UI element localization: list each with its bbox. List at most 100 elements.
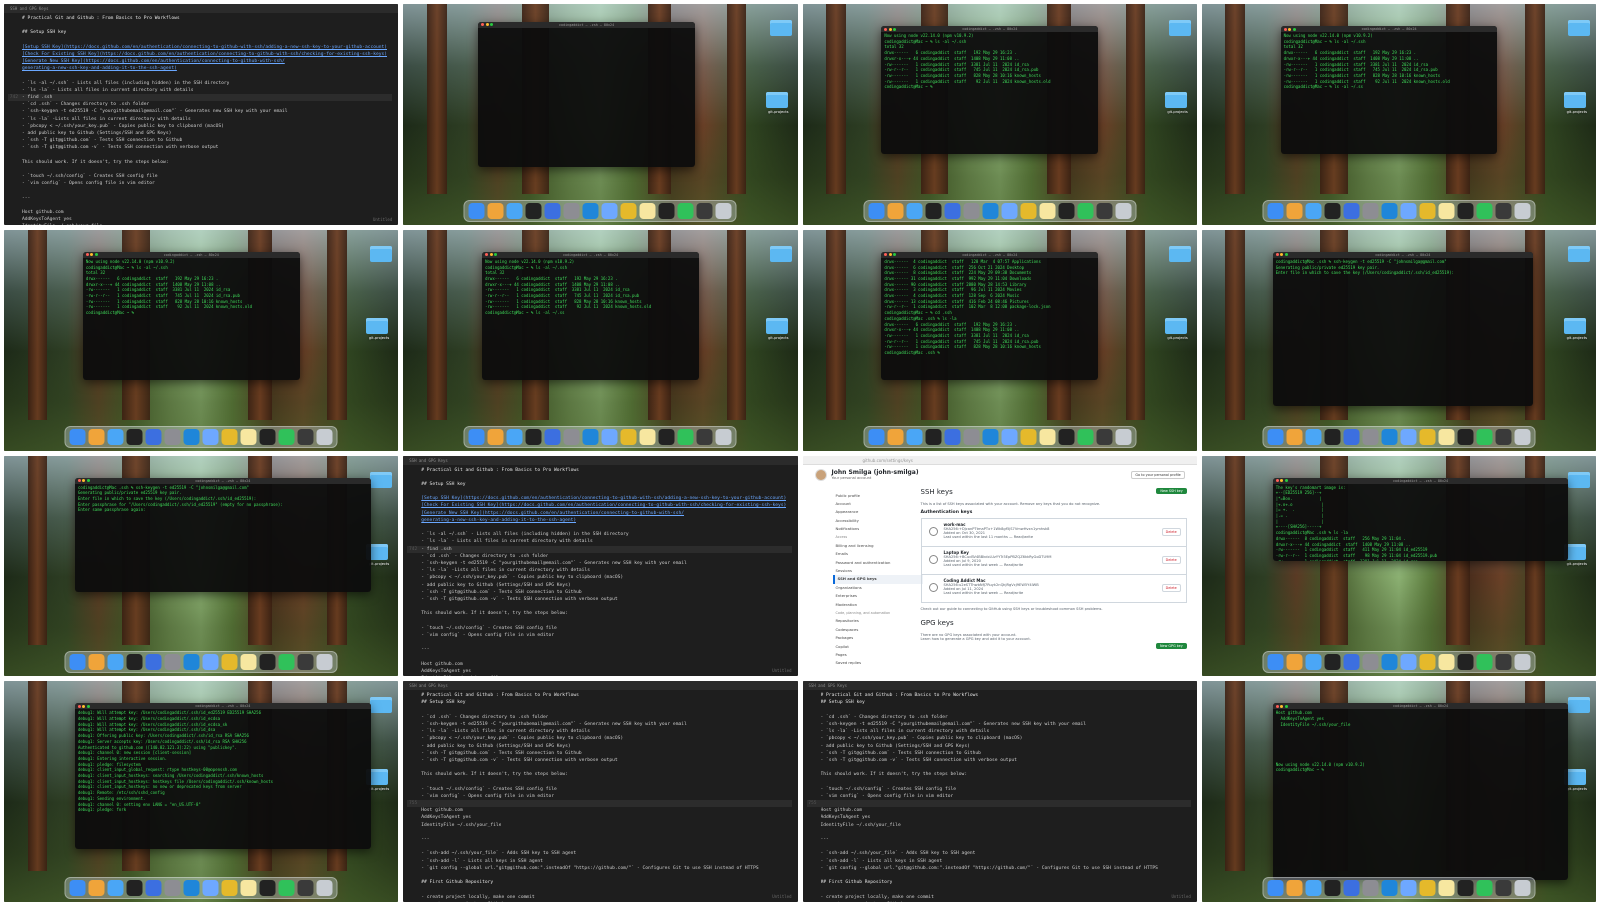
terminal-output[interactable]: codingaddict@Mac .ssh % ssh-keygen -t ed…	[75, 484, 371, 515]
notes-list-icon[interactable]	[1343, 880, 1360, 896]
vscode-icon[interactable]	[1381, 654, 1398, 671]
whatsapp-icon[interactable]	[278, 428, 295, 445]
vscode-icon[interactable]	[183, 428, 200, 445]
delete-key-button[interactable]: Delete	[1161, 555, 1181, 564]
xcode-icon[interactable]	[202, 428, 219, 445]
folder-icon[interactable]	[1568, 20, 1590, 36]
whatsapp-icon[interactable]	[1077, 428, 1094, 445]
terminal-window[interactable]: codingaddict — -zsh — 80x24 Host github.c…	[1272, 703, 1569, 880]
preview-icon[interactable]	[1495, 654, 1512, 671]
finder-icon[interactable]	[69, 428, 86, 445]
terminal-icon[interactable]	[1324, 428, 1341, 445]
folder-icon[interactable]	[1564, 92, 1586, 108]
sidebar-item[interactable]: Packages	[833, 634, 923, 642]
vscode-icon[interactable]	[1381, 202, 1398, 219]
notes-icon[interactable]	[1438, 202, 1455, 219]
terminal-icon[interactable]	[1324, 880, 1341, 896]
folder-icon[interactable]	[366, 317, 389, 334]
whatsapp-icon[interactable]	[1476, 880, 1493, 896]
xcode-icon[interactable]	[202, 654, 219, 671]
preview-icon[interactable]	[1495, 428, 1512, 445]
terminal-icon[interactable]	[925, 202, 942, 219]
preview-icon[interactable]	[297, 880, 314, 896]
settings-icon[interactable]	[563, 202, 580, 219]
settings-icon[interactable]	[963, 428, 980, 445]
sidebar-item[interactable]: Password and authentication	[833, 559, 923, 567]
sidebar-item[interactable]: Codespaces	[833, 626, 923, 634]
terminal-icon[interactable]	[1324, 654, 1341, 671]
trash-icon[interactable]	[1514, 202, 1531, 219]
trash-icon[interactable]	[715, 428, 732, 445]
terminal-icon[interactable]	[1324, 202, 1341, 219]
github-icon[interactable]	[1457, 202, 1474, 219]
terminal-icon[interactable]	[126, 654, 143, 671]
terminal-window[interactable]: codingaddict — -zsh — 80x24 codingaddict@…	[1272, 251, 1533, 407]
github-icon[interactable]	[1058, 202, 1075, 219]
notes-list-icon[interactable]	[1343, 428, 1360, 445]
launchpad-icon[interactable]	[887, 428, 904, 445]
trash-icon[interactable]	[1115, 202, 1132, 219]
terminal-window[interactable]: codingaddict — -zsh — 80x24 debug1: Will …	[74, 703, 371, 849]
settings-icon[interactable]	[1362, 202, 1379, 219]
terminal-window[interactable]: codingaddict — -zsh — 80x24 codingaddict@…	[74, 477, 371, 593]
finder-icon[interactable]	[1267, 654, 1284, 671]
new-ssh-key-button[interactable]: New SSH key	[1156, 487, 1187, 494]
line-text[interactable]: generating-a-new-ssh-key-and-adding-it-t…	[22, 65, 177, 72]
trash-icon[interactable]	[316, 654, 333, 671]
terminal-output[interactable]: Host github.com AddKeysToAgent yes Ident…	[1273, 709, 1569, 774]
notes-icon[interactable]	[639, 428, 656, 445]
chrome-icon[interactable]	[221, 654, 238, 671]
sidebar-item[interactable]: Emails	[833, 550, 923, 558]
chrome-icon[interactable]	[620, 428, 637, 445]
line-text[interactable]: [Setup SSH Key](https://docs.github.com/…	[421, 495, 786, 502]
terminal-icon[interactable]	[525, 202, 542, 219]
vscode-icon[interactable]	[982, 202, 999, 219]
github-icon[interactable]	[658, 428, 675, 445]
mail-icon[interactable]	[906, 202, 923, 219]
whatsapp-icon[interactable]	[1476, 202, 1493, 219]
launchpad-icon[interactable]	[88, 654, 105, 671]
folder-icon[interactable]	[1164, 317, 1187, 334]
launchpad-icon[interactable]	[487, 202, 504, 219]
folder-icon[interactable]	[765, 92, 788, 108]
chrome-icon[interactable]	[1419, 880, 1436, 896]
launchpad-icon[interactable]	[1286, 202, 1303, 219]
terminal-output[interactable]: codingaddict@Mac .ssh % ssh-keygen -t ed…	[1273, 258, 1533, 277]
line-text[interactable]: [Generate New SSH Key](https://docs.gith…	[22, 58, 285, 65]
finder-icon[interactable]	[868, 202, 885, 219]
sidebar-item[interactable]: SSH and GPG keys	[832, 575, 923, 584]
terminal-window[interactable]: codingaddict — -zsh — 80x24 Now using nod…	[881, 26, 1099, 155]
folder-icon[interactable]	[769, 20, 792, 36]
settings-icon[interactable]	[1362, 428, 1379, 445]
preview-icon[interactable]	[297, 428, 314, 445]
preview-icon[interactable]	[696, 202, 713, 219]
notes-icon[interactable]	[240, 654, 257, 671]
xcode-icon[interactable]	[601, 428, 618, 445]
sidebar-item[interactable]: Billing and licensing	[833, 542, 923, 550]
sidebar-item[interactable]: Public profile	[833, 492, 923, 500]
notes-list-icon[interactable]	[1343, 202, 1360, 219]
trash-icon[interactable]	[1514, 880, 1531, 896]
github-icon[interactable]	[259, 428, 276, 445]
xcode-icon[interactable]	[1400, 880, 1417, 896]
gpg-learn-link[interactable]: Learn how to generate a GPG key and add …	[921, 637, 1187, 641]
notes-list-icon[interactable]	[544, 428, 561, 445]
sidebar-item[interactable]: Sessions	[833, 567, 923, 575]
xcode-icon[interactable]	[1001, 202, 1018, 219]
sidebar-item[interactable]: Account	[833, 500, 923, 508]
sidebar-item[interactable]: Repositories	[833, 617, 923, 625]
terminal-output[interactable]: Now using node v22.14.0 (npm v10.9.2) co…	[83, 258, 300, 317]
mail-icon[interactable]	[506, 428, 523, 445]
chrome-icon[interactable]	[1020, 428, 1037, 445]
notes-list-icon[interactable]	[944, 202, 961, 219]
finder-icon[interactable]	[1267, 880, 1284, 896]
settings-icon[interactable]	[164, 654, 181, 671]
github-icon[interactable]	[1457, 880, 1474, 896]
terminal-icon[interactable]	[126, 428, 143, 445]
mail-icon[interactable]	[107, 428, 124, 445]
preview-icon[interactable]	[1096, 202, 1113, 219]
notes-list-icon[interactable]	[145, 428, 162, 445]
trash-icon[interactable]	[715, 202, 732, 219]
folder-icon[interactable]	[1568, 471, 1590, 488]
settings-icon[interactable]	[963, 202, 980, 219]
